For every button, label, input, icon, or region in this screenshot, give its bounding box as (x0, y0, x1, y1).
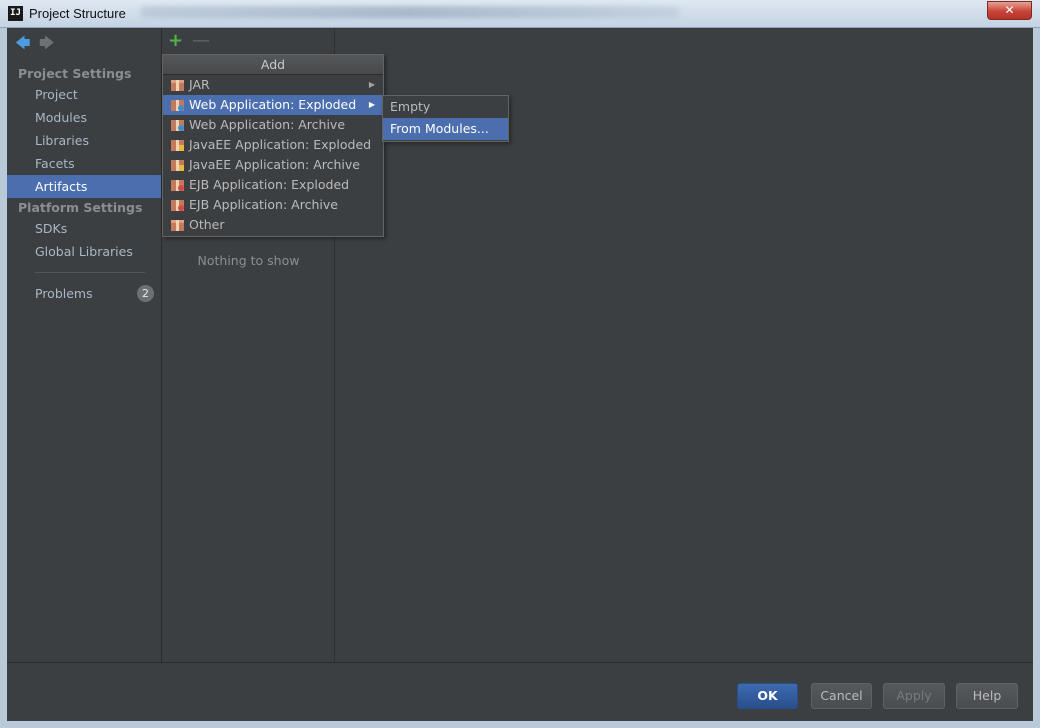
web-application-exploded-submenu: Empty From Modules... (382, 95, 509, 142)
close-window-button[interactable]: ✕ (987, 1, 1032, 20)
menu-item-other[interactable]: Other (163, 215, 383, 235)
menu-item-label: JAR (189, 77, 210, 92)
background-window-title-blur (140, 6, 680, 18)
menu-item-web-application-archive[interactable]: Web Application: Archive (163, 115, 383, 135)
javaee-archive-icon (171, 140, 184, 151)
menu-item-jar[interactable]: JAR ▶ (163, 75, 383, 95)
add-artifact-icon[interactable]: + (168, 32, 183, 50)
menu-item-label: Web Application: Archive (189, 117, 346, 132)
project-settings-header: Project Settings (18, 66, 132, 81)
web-archive-icon (171, 120, 184, 131)
back-arrow-icon[interactable]: 🡄 (15, 36, 31, 51)
window-title: Project Structure (29, 6, 126, 21)
archive-icon (171, 220, 184, 231)
menu-item-label: EJB Application: Archive (189, 197, 338, 212)
menu-item-ejb-application-exploded[interactable]: EJB Application: Exploded (163, 175, 383, 195)
menu-item-label: EJB Application: Exploded (189, 177, 350, 192)
javaee-archive-icon (171, 160, 184, 171)
web-archive-icon (171, 100, 184, 111)
remove-artifact-icon[interactable]: — (192, 32, 210, 50)
apply-button[interactable]: Apply (883, 683, 945, 709)
sidebar-item-artifacts[interactable]: Artifacts (7, 175, 161, 198)
submenu-arrow-icon: ▶ (368, 80, 375, 89)
intellij-logo-icon: IJ (8, 6, 23, 21)
sidebar-item-facets[interactable]: Facets (7, 152, 161, 175)
menu-item-label: Other (189, 217, 225, 232)
menu-item-label: Web Application: Exploded (189, 97, 357, 112)
help-button[interactable]: Help (956, 683, 1018, 709)
menu-item-ejb-application-archive[interactable]: EJB Application: Archive (163, 195, 383, 215)
sidebar-item-modules[interactable]: Modules (7, 106, 161, 129)
menu-item-label: JavaEE Application: Archive (189, 157, 360, 172)
ejb-archive-icon (171, 180, 184, 191)
sidebar-item-global-libraries[interactable]: Global Libraries (7, 240, 161, 263)
empty-list-text: Nothing to show (197, 253, 300, 268)
submenu-arrow-icon: ▶ (368, 100, 375, 109)
ok-button[interactable]: OK (737, 683, 798, 709)
platform-settings-header: Platform Settings (18, 200, 143, 215)
archive-icon (171, 80, 184, 91)
menu-item-label: JavaEE Application: Exploded (189, 137, 372, 152)
add-popup-menu: Add JAR ▶ Web Application: Exploded ▶ We… (162, 54, 384, 237)
dialog-client: 🡄 🡆 Project Settings Project Modules Lib… (7, 28, 1033, 721)
submenu-item-empty[interactable]: Empty (383, 96, 508, 118)
sidebar: 🡄 🡆 Project Settings Project Modules Lib… (7, 28, 162, 662)
menu-item-javaee-application-archive[interactable]: JavaEE Application: Archive (163, 155, 383, 175)
cancel-button[interactable]: Cancel (811, 683, 872, 709)
dialog-footer: OK Cancel Apply Help (7, 662, 1033, 721)
problems-count-badge: 2 (137, 285, 154, 302)
sidebar-item-project[interactable]: Project (7, 83, 161, 106)
ejb-archive-icon (171, 200, 184, 211)
sidebar-separator (35, 272, 145, 273)
menu-item-web-application-exploded[interactable]: Web Application: Exploded ▶ (163, 95, 383, 115)
menu-item-javaee-application-exploded[interactable]: JavaEE Application: Exploded (163, 135, 383, 155)
sidebar-item-libraries[interactable]: Libraries (7, 129, 161, 152)
forward-arrow-icon[interactable]: 🡆 (39, 36, 55, 51)
title-bar: IJ Project Structure ✕ (0, 0, 1040, 28)
add-popup-title: Add (163, 55, 383, 75)
submenu-item-from-modules[interactable]: From Modules... (383, 118, 508, 140)
sidebar-item-sdks[interactable]: SDKs (7, 217, 161, 240)
